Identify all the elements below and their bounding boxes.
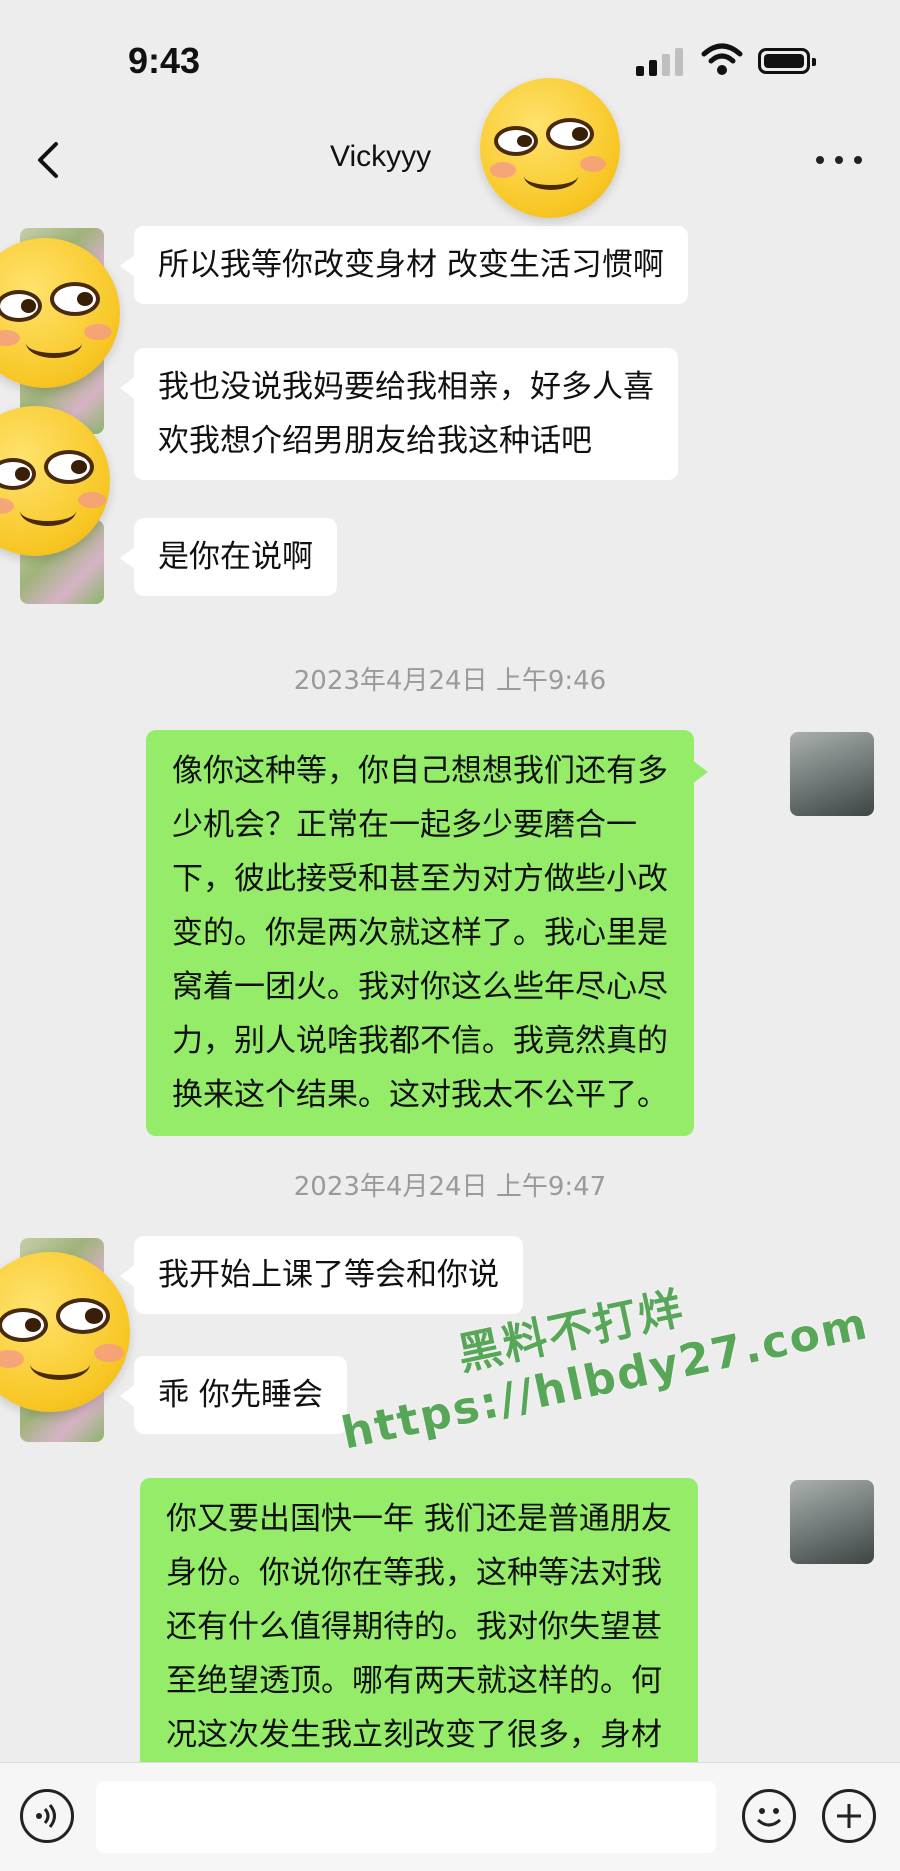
status-time: 9:43 — [128, 40, 201, 81]
voice-icon — [36, 1804, 56, 1828]
chat-title: Vickyyy — [330, 140, 432, 173]
my-avatar[interactable] — [790, 732, 874, 816]
signal-icon — [636, 48, 683, 76]
more-actions-button[interactable] — [822, 1789, 876, 1843]
voice-input-button[interactable] — [20, 1789, 74, 1843]
status-bar: 9:43 — [0, 0, 900, 110]
message-bubble[interactable]: 乖 你先睡会 — [120, 1356, 347, 1434]
smirk-emoji-sticker — [480, 78, 620, 218]
message-timestamp: 2023年4月24日 上午9:46 — [293, 666, 607, 696]
message-bubble[interactable]: 你又要出国快一年 我们还是普通朋友 身份。你说你在等我，这种等法对我 还有什么值… — [140, 1478, 698, 1768]
input-bar — [0, 1762, 900, 1871]
message-bubble[interactable]: 像你这种等，你自己想想我们还有多 少机会？正常在一起多少要磨合一 下，彼此接受和… — [146, 730, 708, 1136]
message-bubble[interactable]: 是你在说啊 — [120, 518, 337, 596]
battery-icon — [758, 48, 816, 74]
my-avatar[interactable] — [790, 1480, 874, 1564]
plus-icon — [837, 1804, 861, 1828]
message-bubble[interactable]: 我开始上课了等会和你说 — [120, 1236, 523, 1314]
message-timestamp: 2023年4月24日 上午9:47 — [293, 1172, 607, 1202]
more-options-button[interactable] — [816, 150, 862, 170]
message-bubble[interactable]: 我也没说我妈要给我相亲，好多人喜 欢我想介绍男朋友给我这种话吧 — [120, 348, 678, 480]
back-button[interactable] — [30, 140, 70, 180]
smirk-emoji-sticker — [0, 1252, 130, 1412]
message-bubble[interactable]: 所以我等你改变身材 改变生活习惯啊 — [120, 226, 688, 304]
emoji-button[interactable] — [742, 1789, 796, 1843]
wifi-icon — [701, 43, 743, 75]
chat-header: Vickyyy — [0, 110, 900, 210]
message-input[interactable] — [96, 1781, 716, 1853]
smiley-icon — [756, 1808, 782, 1827]
